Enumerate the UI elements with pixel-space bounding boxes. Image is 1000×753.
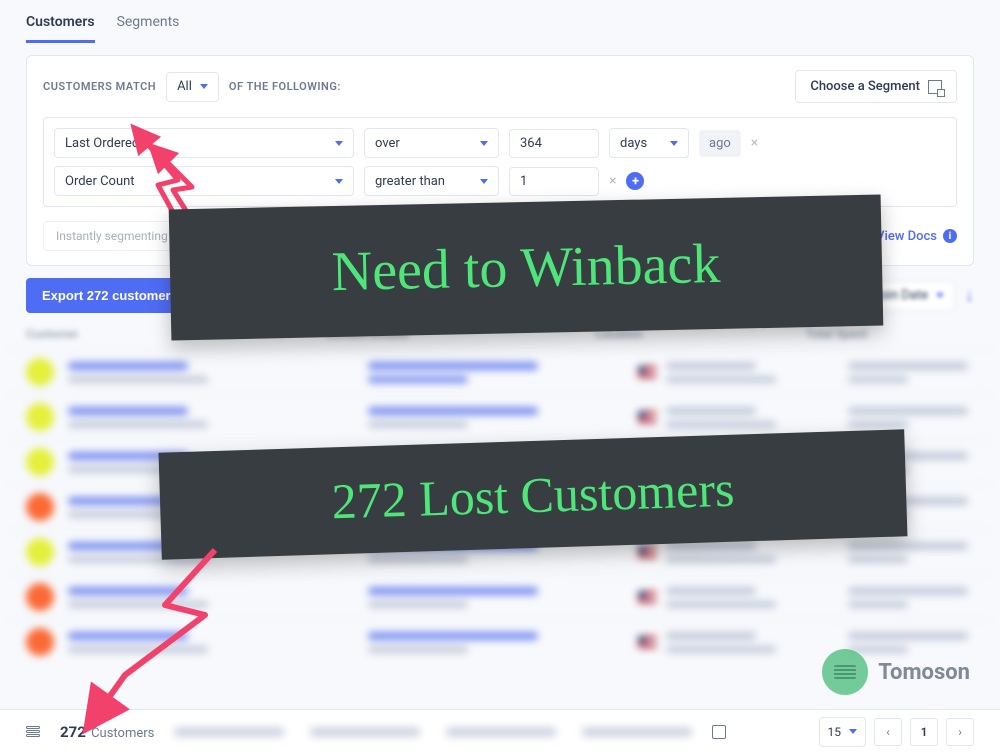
view-docs-label: View Docs [876,229,937,244]
reset-filters-button[interactable]: ↻ Reset Filters [324,221,432,251]
filter-unit-select[interactable]: days [609,128,689,158]
database-icon [26,726,40,737]
status-dot [26,358,54,386]
match-select[interactable]: All [166,72,219,102]
status-dot [26,628,54,656]
filter-row: Last Ordered over 364 days ago × [54,128,946,158]
reset-filters-label: Reset Filters [353,229,419,243]
chevron-down-icon [849,729,857,734]
search-input[interactable]: Search… [208,280,388,311]
save-segment-button[interactable]: 💾 Save Segment [191,221,314,251]
flag-icon [638,636,656,648]
results-toolbar: Export 272 customers Search… Order By Jo… [26,278,974,313]
filter-rows: Last Ordered over 364 days ago × Order C… [43,117,957,207]
flag-icon [638,456,656,468]
chevron-down-icon [480,179,488,184]
tabs: Customers Segments [0,0,1000,43]
filter-operator-label: over [375,136,400,151]
match-value: All [177,79,192,94]
status-dot [26,538,54,566]
table-row[interactable] [10,349,990,394]
filter-field-label: Last Ordered [65,136,139,151]
col-customer: Customer [26,327,326,341]
shuffle-icon[interactable] [712,725,726,739]
chevron-down-icon [200,84,208,89]
tab-segments[interactable]: Segments [117,14,180,43]
filter-value-input[interactable]: 1 [509,167,599,196]
filter-unit-label: days [620,136,647,151]
chevron-down-icon [936,293,944,298]
footer-stats [174,727,692,737]
filter-value-input[interactable]: 364 [509,129,599,158]
remove-filter-icon[interactable]: × [751,135,758,151]
table-row[interactable] [10,484,990,529]
match-row: CUSTOMERS MATCH All OF THE FOLLOWING: Ch… [43,70,957,103]
page-number[interactable]: 1 [910,718,938,746]
col-spent: Total Spent [806,327,974,341]
table-header: Customer Contact Details Location Total … [0,321,1000,347]
table-row[interactable] [10,529,990,574]
table-row[interactable] [10,574,990,619]
sort-direction-button[interactable]: ↓ [965,285,974,306]
flag-icon [638,546,656,558]
order-by-label: Order By [803,288,852,303]
table-body [0,347,1000,666]
page-size-select[interactable]: 15 [819,717,867,747]
choose-segment-button[interactable]: Choose a Segment [795,70,957,103]
table-row[interactable] [10,439,990,484]
filter-operator-select[interactable]: over [364,128,499,158]
save-icon: 💾 [204,229,219,243]
status-dot [26,583,54,611]
export-button[interactable]: Export 272 customers [26,278,194,313]
customer-count: 272 Customers [60,723,154,741]
reset-icon: ↻ [337,229,347,243]
filter-panel: CUSTOMERS MATCH All OF THE FOLLOWING: Ch… [26,55,974,266]
segment-name-input[interactable]: Instantly segmenting [43,221,181,251]
table-row[interactable] [10,394,990,439]
filter-field-select[interactable]: Order Count [54,166,354,196]
info-icon: i [943,229,957,243]
choose-segment-label: Choose a Segment [810,79,920,94]
chevron-down-icon [480,141,488,146]
filter-operator-label: greater than [375,174,445,189]
filter-operator-select[interactable]: greater than [364,166,499,196]
filter-field-select[interactable]: Last Ordered [54,128,354,158]
chevron-down-icon [670,141,678,146]
flag-icon [638,501,656,513]
count-label: Customers [91,726,154,741]
prev-page-button[interactable]: ‹ [874,718,902,746]
chevron-down-icon [335,179,343,184]
col-location: Location [596,327,806,341]
order-by-value: Join Date [873,288,928,303]
flag-icon [638,366,656,378]
status-dot [26,403,54,431]
next-page-button[interactable]: › [946,718,974,746]
order-by: Order By Join Date ↓ [803,281,974,311]
pager: 15 ‹ 1 › [819,717,975,747]
match-suffix: OF THE FOLLOWING: [229,80,341,93]
footer: 272 Customers 15 ‹ 1 › [0,709,1000,753]
filter-actions: Instantly segmenting 💾 Save Segment ↻ Re… [43,221,957,251]
segment-icon [928,80,942,94]
flag-icon [638,411,656,423]
save-segment-label: Save Segment [225,229,301,243]
status-dot [26,493,54,521]
count-number: 272 [60,723,86,741]
page-size-value: 15 [828,725,842,739]
order-by-select[interactable]: Join Date [862,281,955,311]
remove-filter-icon[interactable]: × [609,173,616,189]
table-row[interactable] [10,619,990,664]
filter-suffix-chip: ago [699,130,741,157]
filter-row: Order Count greater than 1 × + [54,166,946,196]
tab-customers[interactable]: Customers [26,14,95,43]
col-contact: Contact Details [326,327,596,341]
status-dot [26,448,54,476]
add-filter-button[interactable]: + [626,172,644,190]
flag-icon [638,591,656,603]
view-docs-link[interactable]: View Docs i [876,229,957,244]
chevron-down-icon [335,141,343,146]
match-prefix: CUSTOMERS MATCH [43,80,156,93]
filter-field-label: Order Count [65,174,135,189]
